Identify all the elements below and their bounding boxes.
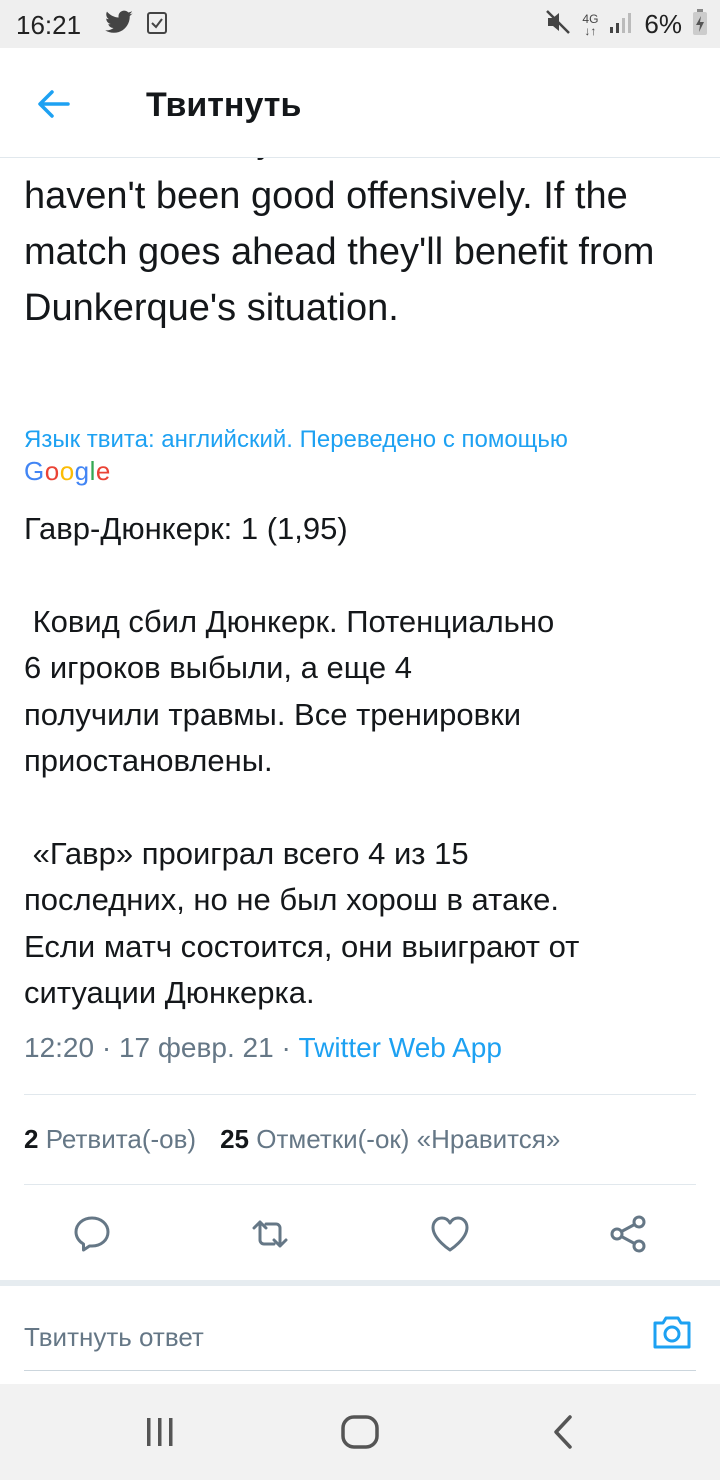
tweet-translation: Гавр-Дюнкерк: 1 (1,95) Ковид сбил Дюнкер… — [24, 511, 580, 1011]
like-icon[interactable] — [428, 1212, 472, 1256]
recents-icon[interactable] — [140, 1412, 180, 1452]
retweet-icon[interactable] — [248, 1212, 292, 1256]
tweet-detail: Le Havre lost just 4 of last 15 but have… — [0, 158, 720, 1384]
back-icon[interactable] — [544, 1412, 584, 1452]
retweets-count: 2 — [24, 1124, 39, 1154]
tweet-time: 12:20 — [24, 1032, 95, 1063]
mute-icon — [544, 8, 572, 41]
divider — [24, 1094, 696, 1095]
tweet-stats: 2 Ретвита(-ов) 25 Отметки(-ок) «Нравится… — [24, 1124, 560, 1155]
reply-icon[interactable] — [70, 1212, 114, 1256]
tweet-original-text: Le Havre lost just 4 of last 15 but have… — [24, 158, 655, 329]
arrow-left-icon[interactable] — [30, 80, 78, 128]
section-divider — [0, 1280, 720, 1286]
page-title: Твитнуть — [146, 86, 302, 124]
signal-icon — [608, 9, 634, 40]
battery-charging-icon — [692, 8, 708, 41]
divider — [24, 1184, 696, 1185]
tweet-actions — [0, 1194, 720, 1274]
likes-count: 25 — [220, 1124, 249, 1154]
retweets-stat[interactable]: 2 Ретвита(-ов) — [24, 1124, 196, 1155]
checkbox-notification-icon — [146, 10, 168, 41]
tweet-source-link[interactable]: Twitter Web App — [299, 1032, 502, 1063]
google-logo: Google — [24, 456, 111, 486]
home-icon[interactable] — [340, 1412, 380, 1452]
app-header: Твитнуть — [0, 48, 720, 158]
reply-underline — [24, 1370, 696, 1371]
network-4g-icon: 4G ↓↑ — [582, 11, 599, 38]
likes-label: Отметки(-ок) «Нравится» — [256, 1124, 561, 1154]
status-bar: 16:21 4G ↓↑ 6% — [0, 0, 720, 48]
translation-attribution[interactable]: Язык твита: английский. Переведено с пом… — [24, 426, 568, 454]
twitter-icon — [104, 10, 134, 41]
network-label: 4G — [582, 11, 599, 26]
system-nav-bar — [0, 1384, 720, 1480]
retweets-label: Ретвита(-ов) — [45, 1124, 197, 1154]
battery-percent: 6% — [644, 9, 682, 39]
tweet-meta: 12:20 · 17 февр. 21 · Twitter Web App — [24, 1032, 502, 1063]
status-time: 16:21 — [16, 10, 82, 40]
camera-icon[interactable] — [650, 1310, 694, 1354]
share-icon[interactable] — [606, 1212, 650, 1256]
likes-stat[interactable]: 25 Отметки(-ок) «Нравится» — [220, 1124, 560, 1155]
tweet-date: 17 февр. 21 — [118, 1032, 274, 1063]
reply-input[interactable]: Твитнуть ответ — [24, 1322, 204, 1353]
